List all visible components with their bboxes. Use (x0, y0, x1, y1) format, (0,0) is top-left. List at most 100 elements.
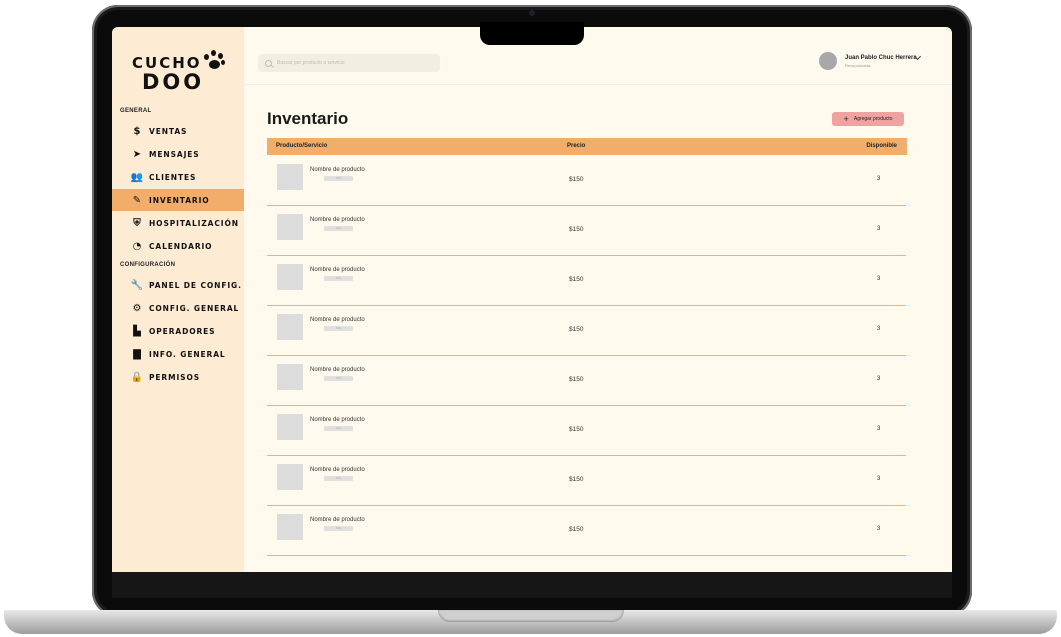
add-product-button[interactable]: + Agregar producto (832, 112, 904, 126)
product-name: Nombre de producto (310, 367, 365, 373)
user-name[interactable]: Juan Pablo Chuc Herrera (845, 55, 917, 61)
sidebar-item-config-general[interactable]: ⚙ CONFIG. GENERAL (112, 297, 244, 319)
product-thumbnail (277, 314, 303, 340)
top-bar: Buscar por producto o servicio Juan Pabl… (244, 27, 952, 85)
table-row[interactable]: Nombre de producto SKU $150 3 (267, 506, 906, 556)
search-input[interactable]: Buscar por producto o servicio (258, 54, 440, 72)
product-name: Nombre de producto (310, 467, 365, 473)
lock-icon: 🔒 (130, 371, 144, 383)
product-tag: SKU (324, 376, 353, 381)
brand-logo[interactable]: CUCHO DOO (132, 50, 227, 94)
column-header-price[interactable]: Precio (567, 143, 585, 149)
app-screen: CUCHO DOO GENERAL $ VENTAS ➤ MENSAJES 👥 CLIENT… (112, 27, 952, 572)
product-tag: SKU (324, 226, 353, 231)
clock-icon: ◔ (132, 240, 142, 252)
sidebar-item-operadores[interactable]: ▙ OPERADORES (112, 320, 244, 342)
search-placeholder: Buscar por producto o servicio (277, 60, 345, 66)
document-icon: ▇ (133, 348, 141, 360)
product-tag: SKU (324, 426, 353, 431)
product-price: $150 (569, 176, 584, 183)
briefcase-icon: ▙ (133, 325, 141, 337)
sidebar-item-label: PANEL DE CONFIG. (149, 280, 242, 290)
table-row[interactable]: Nombre de producto SKU $150 3 (267, 356, 906, 406)
product-available: 3 (877, 176, 881, 182)
plus-icon: + (843, 113, 849, 124)
product-name: Nombre de producto (310, 417, 365, 423)
gear-icon: ⚙ (132, 302, 142, 314)
add-product-label: Agregar producto (853, 116, 893, 122)
table-header: Producto/Servicio Precio Disponible (267, 138, 907, 155)
sidebar-item-label: VENTAS (149, 126, 188, 136)
product-name: Nombre de producto (310, 517, 365, 523)
table-row[interactable]: Nombre de producto SKU $150 3 (267, 306, 906, 356)
product-tag: SKU (324, 176, 353, 181)
product-price: $150 (569, 276, 584, 283)
table-row[interactable]: Nombre de producto SKU $150 3 (267, 156, 906, 206)
page-title: Inventario (267, 109, 349, 128)
sidebar-item-info-general[interactable]: ▇ INFO. GENERAL (112, 343, 244, 365)
sidebar: CUCHO DOO GENERAL $ VENTAS ➤ MENSAJES 👥 CLIENT… (112, 27, 244, 572)
sidebar-item-clientes[interactable]: 👥 CLIENTES (112, 166, 244, 188)
product-name: Nombre de producto (310, 217, 365, 223)
product-available: 3 (877, 376, 881, 382)
sidebar-item-ventas[interactable]: $ VENTAS (112, 120, 244, 142)
product-price: $150 (569, 526, 584, 533)
table-row[interactable]: Nombre de producto SKU $150 3 (267, 256, 906, 306)
wrench-icon: 🔧 (130, 279, 144, 291)
product-price: $150 (569, 326, 584, 333)
send-icon: ➤ (132, 148, 142, 160)
sidebar-item-label: INVENTARIO (149, 195, 210, 205)
laptop-bezel-bottom (112, 572, 952, 598)
product-available: 3 (877, 326, 881, 332)
column-header-product[interactable]: Producto/Servicio (276, 143, 327, 149)
product-thumbnail (277, 464, 303, 490)
product-available: 3 (877, 226, 881, 232)
user-role: Recepcionista (845, 63, 871, 68)
product-thumbnail (277, 164, 303, 190)
sidebar-item-label: PERMISOS (149, 372, 201, 382)
product-tag: SKU (324, 476, 353, 481)
product-price: $150 (569, 226, 584, 233)
product-available: 3 (877, 476, 881, 482)
column-header-available[interactable]: Disponible (866, 143, 897, 149)
product-tag: SKU (324, 526, 353, 531)
product-available: 3 (877, 276, 881, 282)
product-tag: SKU (324, 276, 353, 281)
sidebar-item-mensajes[interactable]: ➤ MENSAJES (112, 143, 244, 165)
table-row[interactable]: Nombre de producto SKU $150 3 (267, 456, 906, 506)
product-thumbnail (277, 364, 303, 390)
laptop-base-notch (438, 610, 624, 622)
product-available: 3 (877, 526, 881, 532)
table-row[interactable]: Nombre de producto SKU $150 3 (267, 406, 906, 456)
sidebar-item-calendario[interactable]: ◔ CALENDARIO (112, 235, 244, 257)
sidebar-item-permisos[interactable]: 🔒 PERMISOS (112, 366, 244, 388)
product-thumbnail (277, 414, 303, 440)
product-price: $150 (569, 476, 584, 483)
product-thumbnail (277, 214, 303, 240)
sidebar-item-inventario[interactable]: ✎ INVENTARIO (112, 189, 244, 211)
sidebar-item-label: HOSPITALIZACIÓN (149, 218, 239, 228)
table-row[interactable]: Nombre de producto SKU $150 3 (267, 206, 906, 256)
sidebar-item-hospitalización[interactable]: ⛨ HOSPITALIZACIÓN (112, 212, 244, 234)
dollar-icon: $ (133, 125, 141, 137)
avatar[interactable] (819, 52, 837, 70)
product-name: Nombre de producto (310, 317, 365, 323)
brand-logo-line2: DOO (142, 70, 205, 94)
product-price: $150 (569, 426, 584, 433)
sidebar-item-label: MENSAJES (149, 149, 200, 159)
camera-dot (529, 10, 535, 16)
product-thumbnail (277, 264, 303, 290)
product-tag: SKU (324, 326, 353, 331)
sidebar-item-label: CLIENTES (149, 172, 197, 182)
shield-icon: ⛨ (133, 217, 141, 229)
sidebar-item-panel-de-config[interactable]: 🔧 PANEL DE CONFIG. (112, 274, 244, 296)
product-price: $150 (569, 376, 584, 383)
sidebar-item-label: CALENDARIO (149, 241, 213, 251)
product-name: Nombre de producto (310, 167, 365, 173)
sidebar-section-label: GENERAL (120, 108, 152, 114)
sidebar-section-label: CONFIGURACIÓN (120, 262, 176, 268)
search-icon (265, 59, 272, 67)
sidebar-item-label: INFO. GENERAL (149, 349, 226, 359)
sidebar-item-label: CONFIG. GENERAL (149, 303, 240, 313)
sidebar-item-label: OPERADORES (149, 326, 216, 336)
